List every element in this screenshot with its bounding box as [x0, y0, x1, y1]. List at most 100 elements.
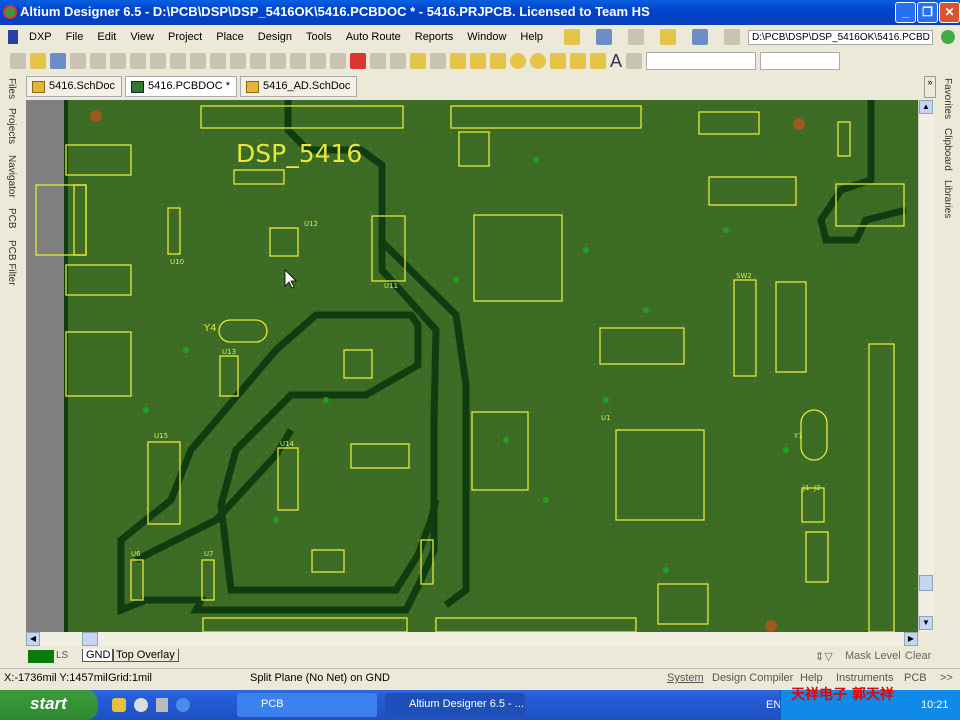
toolbar-icon[interactable]: [596, 29, 613, 45]
menu-edit[interactable]: Edit: [90, 31, 123, 43]
pen-icon[interactable]: [410, 53, 426, 69]
task-pcb[interactable]: PCB: [237, 693, 377, 717]
zoom-out-icon[interactable]: [190, 53, 206, 69]
panel-design-compiler[interactable]: Design Compiler: [712, 672, 793, 684]
redo-icon[interactable]: [390, 53, 406, 69]
deselect-icon[interactable]: [330, 53, 346, 69]
menu-place[interactable]: Place: [209, 31, 251, 43]
mask-level-button[interactable]: Mask Level: [845, 650, 901, 662]
layer-tab-gnd[interactable]: GND: [82, 649, 115, 662]
tab-5416-schdoc[interactable]: 5416.SchDoc: [26, 76, 123, 97]
panel-clipboard[interactable]: Clipboard: [942, 128, 953, 171]
panel-pcb[interactable]: PCB: [904, 672, 927, 684]
open-icon[interactable]: [30, 53, 46, 69]
scroll-thumb[interactable]: [82, 632, 98, 646]
panel-files[interactable]: Files: [6, 78, 17, 99]
document-path-dropdown[interactable]: D:\PCB\DSP\DSP_5416OK\5416.PCBD: [748, 29, 934, 45]
panel-favorites[interactable]: Favorites: [942, 78, 953, 119]
via-icon[interactable]: [530, 53, 546, 69]
zoom-area-icon[interactable]: [150, 53, 166, 69]
panel-system[interactable]: System: [667, 672, 704, 684]
panel-instruments[interactable]: Instruments: [836, 672, 893, 684]
toolbar-icon[interactable]: [564, 29, 581, 45]
quicklaunch-icon[interactable]: [156, 698, 168, 712]
restore-button[interactable]: ❐: [917, 2, 938, 23]
save-icon[interactable]: [50, 53, 66, 69]
copy-icon[interactable]: [230, 53, 246, 69]
toolbar-icon[interactable]: [692, 29, 709, 45]
more-panels-button[interactable]: >>: [940, 672, 953, 684]
scroll-up-button[interactable]: ▲: [919, 100, 933, 114]
route-icon[interactable]: [450, 53, 466, 69]
menu-help[interactable]: Help: [513, 31, 550, 43]
tab-5416-pcbdoc[interactable]: 5416.PCBDOC *: [125, 76, 237, 97]
pcb-canvas[interactable]: DSP_5416 U12 U11 U10 Y4 U13 U15 U6 U7 U1…: [26, 100, 918, 632]
quicklaunch-icon[interactable]: [112, 698, 126, 712]
scroll-right-button[interactable]: ▶: [904, 632, 918, 646]
route-diff-icon[interactable]: [470, 53, 486, 69]
component-icon[interactable]: [626, 53, 643, 69]
string-icon[interactable]: A: [610, 51, 622, 72]
language-indicator[interactable]: EN: [766, 699, 781, 711]
scroll-thumb[interactable]: [919, 575, 933, 591]
zoom-fit-icon[interactable]: [130, 53, 146, 69]
menu-window[interactable]: Window: [460, 31, 513, 43]
clear-button[interactable]: Clear: [905, 650, 931, 662]
undo-icon[interactable]: [370, 53, 386, 69]
vertical-scrollbar[interactable]: ▲ ▼: [918, 100, 934, 632]
panel-navigator[interactable]: Navigator: [6, 155, 17, 198]
cut-icon[interactable]: [210, 53, 226, 69]
rubber-stamp-icon[interactable]: [270, 53, 286, 69]
scroll-left-button[interactable]: ◀: [26, 632, 40, 646]
horizontal-scrollbar[interactable]: ◀ ▶: [26, 632, 918, 646]
pad-icon[interactable]: [510, 53, 526, 69]
menu-tools[interactable]: Tools: [299, 31, 339, 43]
menu-file[interactable]: File: [59, 31, 91, 43]
schematic-icon: [245, 81, 259, 93]
scroll-down-button[interactable]: ▼: [919, 616, 933, 630]
grid-icon[interactable]: [724, 29, 741, 45]
print-preview-icon[interactable]: [90, 53, 106, 69]
zoom-in-icon[interactable]: [170, 53, 186, 69]
polygon-icon[interactable]: [590, 53, 606, 69]
menu-auto-route[interactable]: Auto Route: [339, 31, 408, 43]
filter-dropdown-2[interactable]: [760, 52, 841, 70]
navigate-icon[interactable]: [941, 30, 956, 44]
task-altium[interactable]: Altium Designer 6.5 - ...: [385, 693, 525, 717]
minimize-button[interactable]: _: [895, 2, 916, 23]
print-icon[interactable]: [70, 53, 86, 69]
panel-pcb[interactable]: PCB: [6, 208, 17, 229]
panel-libraries[interactable]: Libraries: [942, 180, 953, 218]
menu-dxp[interactable]: DXP: [22, 31, 59, 43]
menu-design[interactable]: Design: [251, 31, 299, 43]
route-multi-icon[interactable]: [490, 53, 506, 69]
panel-projects[interactable]: Projects: [6, 108, 17, 144]
fill-icon[interactable]: [570, 53, 586, 69]
layer-tab-top-overlay[interactable]: Top Overlay: [112, 649, 179, 662]
tabs-overflow-button[interactable]: »: [924, 76, 936, 98]
arc-icon[interactable]: [550, 53, 566, 69]
panel-help[interactable]: Help: [800, 672, 823, 684]
quicklaunch-icon[interactable]: [176, 698, 190, 712]
select-icon[interactable]: [290, 53, 306, 69]
clear-icon[interactable]: [350, 53, 366, 69]
mask-filter-icon[interactable]: ⇕▽: [815, 650, 833, 663]
toolbar-icon[interactable]: [628, 29, 645, 45]
move-icon[interactable]: [310, 53, 326, 69]
tab-5416-ad-schdoc[interactable]: 5416_AD.SchDoc: [239, 76, 358, 97]
menu-view[interactable]: View: [123, 31, 161, 43]
toolbar-icon[interactable]: [660, 29, 677, 45]
browse-icon[interactable]: [430, 53, 446, 69]
panel-pcb-filter[interactable]: PCB Filter: [6, 240, 17, 286]
new-icon[interactable]: [10, 53, 26, 69]
watermark: 天祥电子 郭天祥: [791, 687, 894, 703]
paste-icon[interactable]: [250, 53, 266, 69]
menu-reports[interactable]: Reports: [408, 31, 461, 43]
close-button[interactable]: ✕: [939, 2, 960, 23]
start-button[interactable]: start: [0, 690, 98, 720]
quicklaunch-icon[interactable]: [134, 698, 148, 712]
filter-dropdown-1[interactable]: [646, 52, 757, 70]
layer-icon[interactable]: [110, 53, 126, 69]
menu-project[interactable]: Project: [161, 31, 209, 43]
layer-set-button[interactable]: LS: [56, 650, 68, 661]
